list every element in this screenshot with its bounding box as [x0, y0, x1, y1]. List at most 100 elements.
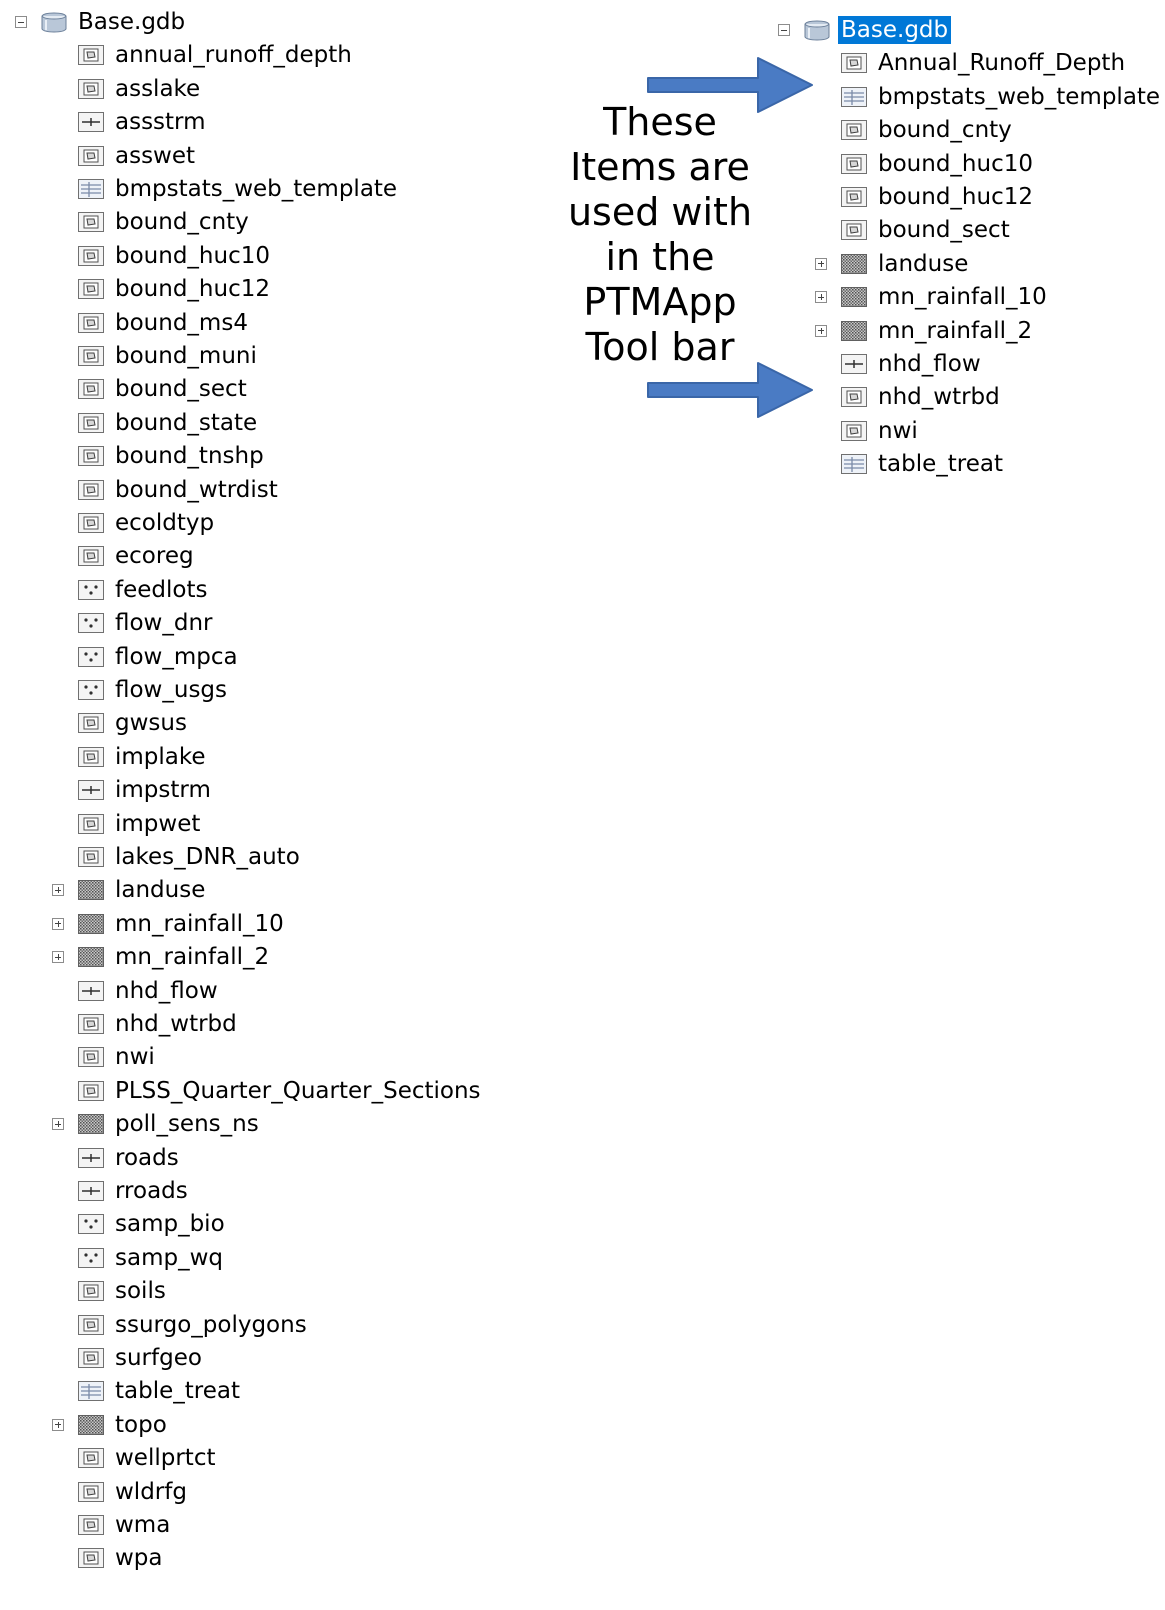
tree-item[interactable]: flow_usgs — [12, 673, 472, 707]
tree-item[interactable]: bmpstats_web_template — [775, 80, 1165, 114]
tree-item-label: rroads — [115, 1178, 188, 1204]
tree-item[interactable]: bound_ms4 — [12, 306, 472, 340]
tree-item[interactable]: impstrm — [12, 773, 472, 807]
tree-item[interactable]: bound_wtrdist — [12, 473, 472, 507]
tree-item[interactable]: nhd_wtrbd — [12, 1007, 472, 1041]
tree-item[interactable]: mn_rainfall_10 — [12, 907, 472, 941]
tree-item[interactable]: table_treat — [775, 447, 1165, 481]
tree-item[interactable]: mn_rainfall_2 — [775, 314, 1165, 348]
tree-item[interactable]: landuse — [775, 247, 1165, 281]
expand-toggle-icon[interactable] — [52, 884, 64, 897]
polygon-feature-icon — [77, 345, 105, 367]
tree-item[interactable]: ecoreg — [12, 539, 472, 573]
tree-item[interactable]: PLSS_Quarter_Quarter_Sections — [12, 1074, 481, 1108]
collapse-toggle-icon[interactable] — [778, 24, 790, 36]
tree-item[interactable]: Annual_Runoff_Depth — [775, 46, 1165, 80]
tree-item[interactable]: bound_sect — [12, 372, 472, 406]
tree-item[interactable]: bound_cnty — [775, 113, 1165, 147]
expand-toggle-icon[interactable] — [52, 951, 64, 964]
tree-item[interactable]: poll_sens_ns — [12, 1107, 472, 1141]
tree-item[interactable]: impwet — [12, 807, 472, 841]
tree-item[interactable]: bound_huc12 — [12, 272, 472, 306]
polygon-feature-icon — [77, 479, 105, 501]
tree-item[interactable]: implake — [12, 740, 472, 774]
tree-item-label: feedlots — [115, 576, 208, 603]
tree-item[interactable]: lakes_DNR_auto — [12, 840, 472, 874]
polygon-feature-icon — [77, 1046, 105, 1068]
tree-item[interactable]: bound_state — [12, 406, 472, 440]
polygon-feature-icon — [77, 545, 105, 567]
polygon-feature-icon — [77, 1481, 105, 1503]
tree-item[interactable]: gwsus — [12, 706, 472, 740]
tree-item[interactable]: soils — [12, 1274, 472, 1308]
raster-icon — [77, 1113, 105, 1135]
tree-item[interactable]: bound_sect — [775, 213, 1165, 247]
tree-item[interactable]: nwi — [775, 414, 1165, 448]
tree-item[interactable]: rroads — [12, 1174, 472, 1208]
tree-item[interactable]: wellprtct — [12, 1441, 472, 1475]
tree-item-label: bound_ms4 — [115, 309, 248, 336]
raster-icon — [840, 253, 868, 275]
expand-toggle-icon[interactable] — [52, 1118, 64, 1131]
tree-item[interactable]: samp_bio — [12, 1207, 472, 1241]
table-icon — [840, 86, 868, 108]
tree-item[interactable]: ssurgo_polygons — [12, 1308, 472, 1342]
tree-item[interactable]: mn_rainfall_10 — [775, 280, 1165, 314]
tree-item[interactable]: flow_dnr — [12, 606, 472, 640]
table-icon — [77, 1380, 105, 1402]
tree-item[interactable]: nhd_wtrbd — [775, 380, 1165, 414]
tree-item[interactable]: wldrfg — [12, 1475, 472, 1509]
expand-toggle-icon[interactable] — [52, 1418, 64, 1431]
tree-item[interactable]: landuse — [12, 873, 472, 907]
tree-root-geodatabase[interactable]: Base.gdb — [12, 5, 412, 39]
tree-item[interactable]: wpa — [12, 1541, 472, 1575]
tree-item[interactable]: samp_wq — [12, 1241, 472, 1275]
tree-item-label: bound_huc10 — [878, 150, 1033, 177]
point-feature-icon — [77, 1247, 105, 1269]
tree-item-label: nhd_flow — [878, 351, 981, 377]
tree-item[interactable]: asswet — [12, 139, 472, 173]
tree-item[interactable]: surfgeo — [12, 1341, 472, 1375]
polygon-feature-icon — [77, 211, 105, 233]
tree-item[interactable]: flow_mpca — [12, 640, 472, 674]
tree-item[interactable]: nhd_flow — [12, 974, 472, 1008]
polygon-feature-icon — [77, 445, 105, 467]
tree-item[interactable]: table_treat — [12, 1374, 472, 1408]
expand-toggle-icon[interactable] — [815, 324, 827, 337]
tree-item[interactable]: mn_rainfall_2 — [12, 940, 472, 974]
tree-item-label: surfgeo — [115, 1345, 202, 1371]
tree-item[interactable]: wma — [12, 1508, 472, 1542]
tree-item[interactable]: bound_huc12 — [775, 180, 1165, 214]
tree-item[interactable]: nwi — [12, 1040, 472, 1074]
tree-item-label: flow_usgs — [115, 677, 228, 703]
tree-item[interactable]: roads — [12, 1141, 472, 1175]
tree-item[interactable]: bound_muni — [12, 339, 472, 373]
expand-toggle-icon[interactable] — [52, 917, 64, 930]
tree-item[interactable]: bmpstats_web_template — [12, 172, 472, 206]
line-feature-icon — [77, 980, 105, 1002]
expand-toggle-icon[interactable] — [815, 257, 827, 270]
tree-item[interactable]: bound_huc10 — [12, 239, 472, 273]
tree-item[interactable]: bound_huc10 — [775, 147, 1165, 181]
tree-item-label: annual_runoff_depth — [115, 42, 352, 69]
polygon-feature-icon — [77, 145, 105, 167]
point-feature-icon — [77, 612, 105, 634]
expand-toggle-icon[interactable] — [815, 291, 827, 304]
tree-item[interactable]: bound_cnty — [12, 205, 472, 239]
polygon-feature-icon — [77, 1347, 105, 1369]
tree-item[interactable]: ecoldtyp — [12, 506, 472, 540]
tree-item[interactable]: nhd_flow — [775, 347, 1165, 381]
tree-item[interactable]: bound_tnshp — [12, 439, 472, 473]
tree-item[interactable]: topo — [12, 1408, 472, 1442]
tree-item[interactable]: asslake — [12, 72, 472, 106]
polygon-feature-icon — [77, 813, 105, 835]
tree-root-geodatabase[interactable]: Base.gdb — [775, 13, 1165, 47]
collapse-toggle-icon[interactable] — [15, 16, 27, 28]
tree-item[interactable]: assstrm — [12, 105, 472, 139]
tree-item-label: bmpstats_web_template — [115, 176, 398, 202]
tree-item[interactable]: annual_runoff_depth — [12, 38, 472, 72]
polygon-feature-icon — [840, 219, 868, 241]
point-feature-icon — [77, 579, 105, 601]
tree-item[interactable]: feedlots — [12, 573, 472, 607]
tree-item-label: impstrm — [115, 777, 211, 804]
